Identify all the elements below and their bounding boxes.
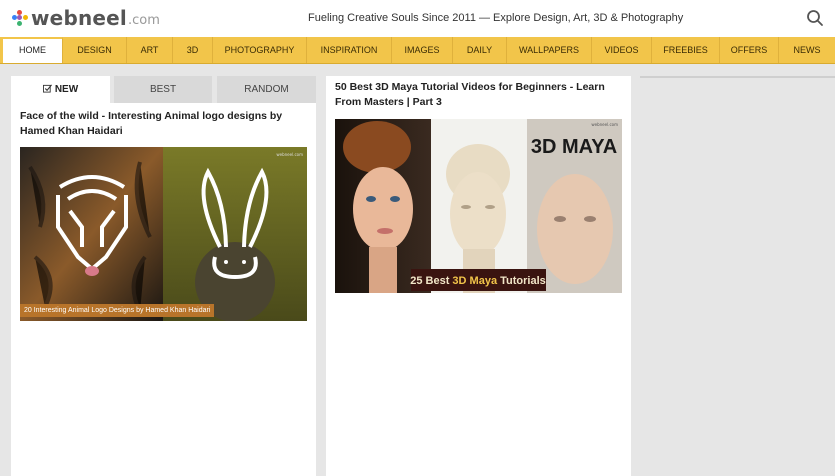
site-logo[interactable]: webneel .com [12, 6, 160, 30]
animal-logo-image: webneel.com [20, 147, 307, 321]
nav-item-3d[interactable]: 3D [173, 37, 213, 63]
edit-checkbox-icon [42, 84, 52, 93]
tab-random[interactable]: RANDOM [217, 76, 316, 103]
maya-overlay-text: 3D MAYA [531, 136, 617, 158]
nav-item-inspiration[interactable]: INSPIRATION [307, 37, 392, 63]
site-tagline: Fueling Creative Souls Since 2011 — Expl… [308, 12, 684, 24]
thumbnail-caption: 25 Best 3D Maya Tutorials [410, 275, 546, 287]
nav-item-images[interactable]: IMAGES [392, 37, 453, 63]
nav-item-freebies[interactable]: FREEBIES [652, 37, 720, 63]
nav-item-wallpapers[interactable]: WALLPAPERS [507, 37, 592, 63]
post-column-2: 50 Best 3D Maya Tutorial Videos for Begi… [326, 76, 631, 476]
logo-suffix: .com [127, 13, 160, 28]
main-nav: HOME DESIGN ART 3D PHOTOGRAPHY INSPIRATI… [0, 37, 835, 64]
site-header: webneel .com Fueling Creative Souls Sinc… [0, 0, 835, 37]
nav-item-news[interactable]: NEWS [779, 37, 835, 63]
image-watermark: webneel.com [276, 152, 303, 157]
thumbnail-caption: 20 Interesting Animal Logo Designs by Ha… [20, 304, 215, 317]
post-thumbnail[interactable]: 3D MAYA webneel.com 25 Best 3D Maya Tuto… [335, 119, 622, 293]
nav-item-art[interactable]: ART [127, 37, 173, 63]
tab-best[interactable]: BEST [114, 76, 212, 103]
nav-item-offers[interactable]: OFFERS [720, 37, 779, 63]
logo-text: webneel [31, 6, 127, 30]
nav-item-daily[interactable]: DAILY [453, 37, 507, 63]
post-title[interactable]: Face of the wild - Interesting Animal lo… [20, 109, 310, 139]
sidebar-column [640, 76, 835, 78]
nav-item-design[interactable]: DESIGN [63, 37, 127, 63]
tab-new-label: NEW [54, 84, 79, 95]
search-icon[interactable] [806, 9, 824, 27]
nav-item-videos[interactable]: VIDEOS [592, 37, 652, 63]
post-title[interactable]: 50 Best 3D Maya Tutorial Videos for Begi… [335, 80, 625, 110]
nav-item-home[interactable]: HOME [3, 37, 63, 63]
nav-item-photography[interactable]: PHOTOGRAPHY [213, 37, 307, 63]
post-thumbnail[interactable]: webneel.com 20 Interesting Animal Logo D… [20, 147, 307, 321]
maya-tutorial-image: 3D MAYA webneel.com 25 Best 3D Maya Tuto… [335, 119, 622, 293]
tab-new[interactable]: NEW [11, 76, 110, 103]
post-column-1: NEW BEST RANDOM Face of the wild - Inter… [11, 76, 316, 476]
logo-dots-icon [12, 10, 28, 26]
image-watermark: webneel.com [591, 122, 618, 127]
